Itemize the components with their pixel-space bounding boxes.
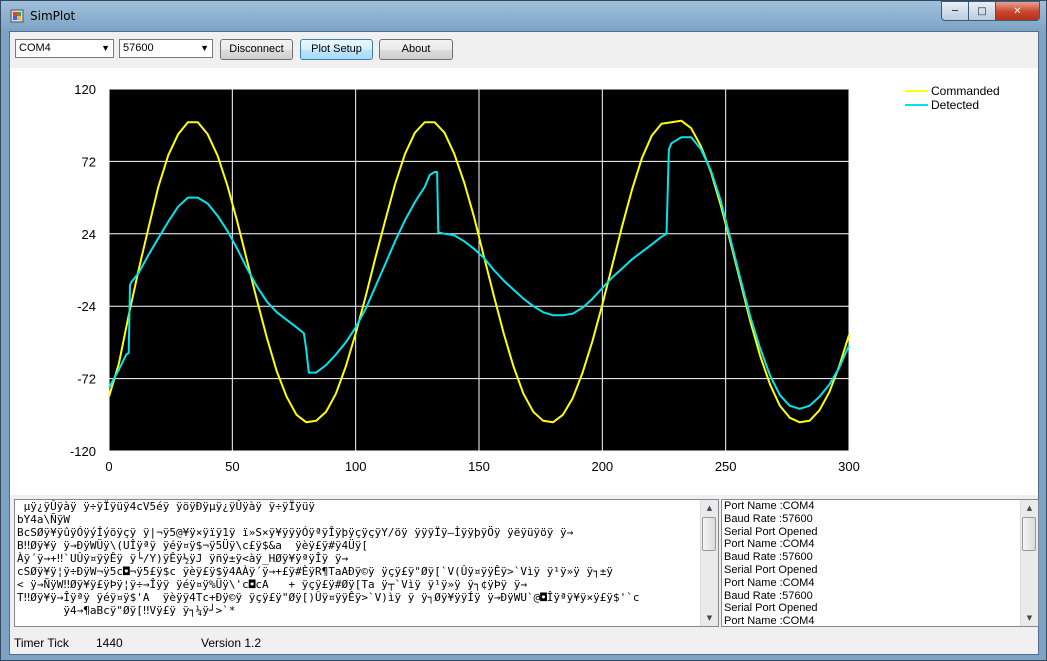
status-bar: Timer Tick 1440 Version 1.2 bbox=[10, 630, 1038, 654]
legend-label: Commanded bbox=[931, 84, 1000, 98]
status-log-line: Port Name :COM4 bbox=[724, 500, 815, 512]
baud-select[interactable]: 57600 ▼ bbox=[119, 39, 213, 58]
x-tick-label: 100 bbox=[345, 459, 367, 474]
y-tick-label: 120 bbox=[74, 82, 96, 97]
y-tick-label: -24 bbox=[77, 299, 96, 314]
raw-data-line: Àÿ´ÿ→+‼`UÛÿ¤ÿÿÊÿ ÿ└/Y)ÿÊÿ½ÿJ ÿñÿ±ÿ<àÿ_HØ… bbox=[17, 552, 349, 565]
status-log-line: Baud Rate :57600 bbox=[724, 512, 813, 525]
scroll-thumb[interactable] bbox=[702, 517, 716, 551]
version-label: Version 1.2 bbox=[201, 636, 262, 650]
raw-data-line: bY4a\ÑÿW bbox=[17, 513, 70, 526]
baud-value: 57600 bbox=[123, 42, 154, 54]
scroll-up-icon[interactable]: ▲ bbox=[1021, 500, 1038, 516]
raw-data-lines: µÿ¿ÿÛÿàÿ ÿ÷ÿÏÿüÿ4cV5éÿ ÿöÿÐÿµÿ¿ÿÛÿàÿ ÿ÷ÿ… bbox=[17, 500, 700, 617]
chevron-down-icon: ▼ bbox=[200, 43, 209, 53]
raw-data-line: cSØÿ¥ÿ¦ÿ÷ÐÿW¬ÿ5c◘¬ÿ5£ÿ$c ÿèÿ£ÿ$ÿ4AÀÿ´ÿ→+… bbox=[17, 565, 614, 578]
title-bar[interactable]: SimPlot ─ □ ✕ bbox=[1, 1, 1046, 31]
status-log-line: Port Name :COM4 bbox=[724, 538, 815, 551]
app-window: SimPlot ─ □ ✕ COM4 ▼ 57600 ▼ Disconnect … bbox=[0, 0, 1047, 661]
line-chart: 0 50 100 150 200 250 300 120 72 24 -24 -72 -120 Comma… bbox=[70, 82, 1000, 474]
port-value: COM4 bbox=[19, 42, 51, 54]
x-tick-label: 50 bbox=[225, 459, 239, 474]
close-icon: ✕ bbox=[1013, 5, 1022, 17]
y-tick-label: 24 bbox=[82, 227, 96, 242]
minimize-icon: ─ bbox=[951, 5, 959, 17]
status-log-line: Baud Rate :57600 bbox=[724, 551, 813, 564]
raw-data-line: ÿ4→¶aBcÿ"Øÿ[‼Vÿ£ÿ ÿ┐¼ÿ┘>`* bbox=[17, 604, 236, 617]
y-tick-label: -72 bbox=[77, 372, 96, 387]
timer-tick-label: Timer Tick bbox=[14, 636, 69, 650]
raw-data-line: µÿ¿ÿÛÿàÿ ÿ÷ÿÏÿüÿ4cV5éÿ ÿöÿÐÿµÿ¿ÿÛÿàÿ ÿ÷ÿ… bbox=[17, 500, 316, 513]
minimize-button[interactable]: ─ bbox=[941, 1, 969, 21]
legend-label: Detected bbox=[931, 98, 979, 112]
close-button[interactable]: ✕ bbox=[995, 1, 1040, 21]
scroll-up-icon[interactable]: ▲ bbox=[701, 500, 718, 516]
scroll-down-icon[interactable]: ▼ bbox=[1021, 610, 1038, 626]
x-tick-label: 0 bbox=[105, 459, 112, 474]
status-log-line: Baud Rate :57600 bbox=[724, 589, 813, 602]
status-log-line: Port Name :COM4 bbox=[724, 576, 815, 589]
client-area: COM4 ▼ 57600 ▼ Disconnect Plot Setup Abo… bbox=[9, 31, 1039, 655]
window-title: SimPlot bbox=[30, 9, 76, 23]
plot-setup-button[interactable]: Plot Setup bbox=[300, 39, 373, 60]
chevron-down-icon: ▼ bbox=[101, 43, 110, 53]
y-tick-label: -120 bbox=[70, 444, 96, 459]
raw-data-line: T‼Øÿ¥ÿ→Îÿªÿ ÿéÿ¤ÿ$'A ÿèÿÿ4Tc+Ðÿ©ÿ ÿçÿ£ÿ"… bbox=[17, 591, 640, 604]
maximize-icon: □ bbox=[977, 5, 987, 17]
scroll-thumb[interactable] bbox=[1022, 517, 1036, 551]
raw-data-line: BcSØÿ¥ÿûÿÓÿýÍýöÿçÿ ÿ|¬ÿ5@¥ÿ×ÿïÿ1ÿ ï»S×ÿ¥… bbox=[17, 526, 574, 539]
disconnect-button[interactable]: Disconnect bbox=[220, 39, 293, 60]
status-log-line: Serial Port Opened bbox=[724, 563, 818, 576]
status-log-line: Serial Port Opened bbox=[724, 602, 818, 615]
timer-tick-value: 1440 bbox=[96, 636, 123, 650]
app-icon bbox=[10, 9, 24, 23]
about-button[interactable]: About bbox=[379, 39, 453, 60]
maximize-button[interactable]: □ bbox=[968, 1, 996, 21]
status-log-line: Serial Port Opened bbox=[724, 525, 818, 538]
x-tick-label: 300 bbox=[838, 459, 860, 474]
scroll-down-icon[interactable]: ▼ bbox=[701, 610, 718, 626]
y-tick-label: 72 bbox=[82, 154, 96, 169]
status-log-textbox[interactable]: Port Name :COM4 Baud Rate :57600 Serial Po… bbox=[721, 499, 1039, 627]
status-log-line: Port Name :COM4 bbox=[724, 615, 815, 627]
raw-data-textbox[interactable]: µÿ¿ÿÛÿàÿ ÿ÷ÿÏÿüÿ4cV5éÿ ÿöÿÐÿµÿ¿ÿÛÿàÿ ÿ÷ÿ… bbox=[14, 499, 719, 627]
log-panel: µÿ¿ÿÛÿàÿ ÿ÷ÿÏÿüÿ4cV5éÿ ÿöÿÐÿµÿ¿ÿÛÿàÿ ÿ÷ÿ… bbox=[10, 495, 1039, 630]
toolbar: COM4 ▼ 57600 ▼ Disconnect Plot Setup Abo… bbox=[10, 32, 1038, 68]
status-log-scrollbar[interactable]: ▲ ▼ bbox=[1020, 500, 1038, 626]
port-select[interactable]: COM4 ▼ bbox=[15, 39, 114, 58]
raw-data-line: B‼Øÿ¥ÿ ÿ→ÐÿWÜÿ\(UÎÿªÿ ÿéÿ¤ÿ$¬ÿ5Üÿ\c£ÿ$&a… bbox=[17, 539, 368, 552]
chart-panel: 0 50 100 150 200 250 300 120 72 24 -24 -72 -120 Comma… bbox=[10, 68, 1038, 495]
raw-data-scrollbar[interactable]: ▲ ▼ bbox=[700, 500, 718, 626]
x-tick-label: 150 bbox=[468, 459, 490, 474]
status-log-lines: Port Name :COM4 Baud Rate :57600 Serial Po… bbox=[724, 500, 1020, 627]
x-tick-label: 200 bbox=[591, 459, 613, 474]
raw-data-line: < ÿ→ÑÿW‼Øÿ¥ÿ£ÿÞÿ¦ÿ÷→Îÿÿ ÿéÿ¤ÿ%Üÿ\'c◘cA +… bbox=[17, 578, 527, 591]
x-tick-label: 250 bbox=[715, 459, 737, 474]
